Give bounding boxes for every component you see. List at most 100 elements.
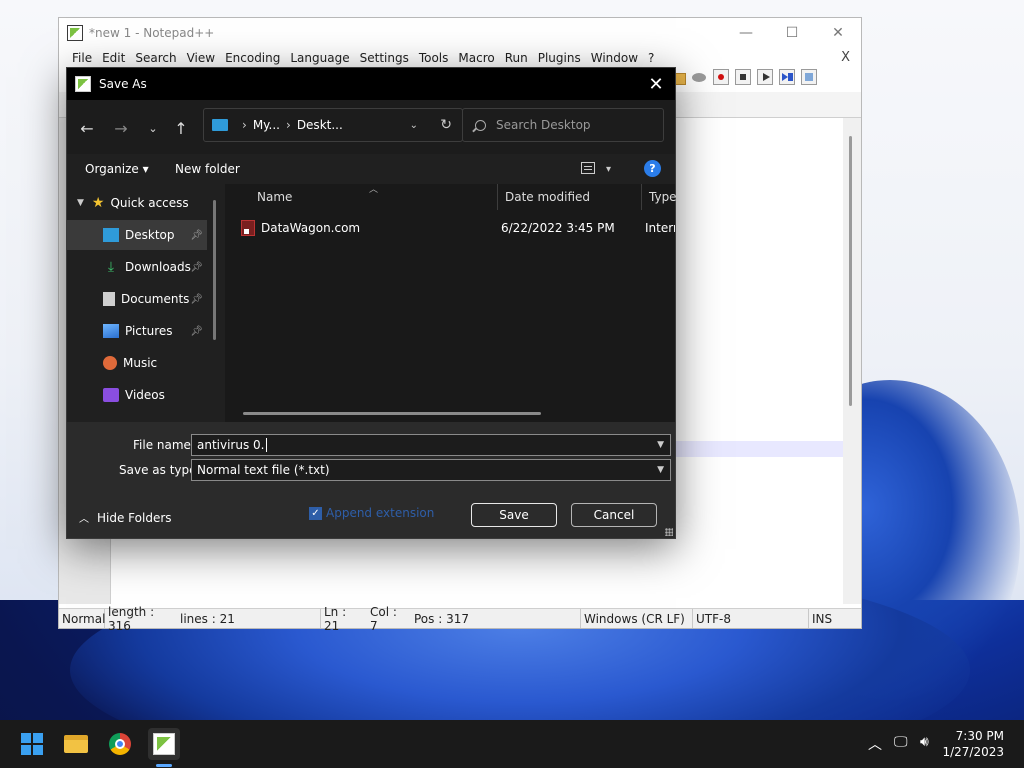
menu-help[interactable]: ? — [643, 51, 659, 65]
stop-macro-icon[interactable] — [735, 69, 751, 85]
text-cursor — [265, 438, 267, 452]
file-row[interactable]: DataWagon.com 6/22/2022 3:45 PM Intern — [241, 216, 675, 240]
forward-arrow-icon[interactable]: → — [109, 116, 133, 140]
record-macro-icon[interactable] — [713, 69, 729, 85]
menu-language[interactable]: Language — [285, 51, 354, 65]
scrollbar-thumb[interactable] — [849, 136, 852, 406]
pin-icon[interactable]: 📌︎ — [190, 326, 203, 337]
hide-folders-label: Hide Folders — [97, 510, 172, 525]
window-controls: — ☐ ✕ — [723, 18, 861, 48]
column-divider[interactable] — [641, 184, 642, 210]
pin-icon[interactable]: 📌︎ — [190, 262, 203, 273]
minimize-icon[interactable]: — — [723, 18, 769, 48]
address-dropdown-chevron-icon[interactable]: ⌄ — [410, 120, 418, 131]
maximize-icon[interactable]: ☐ — [769, 18, 815, 48]
file-name: DataWagon.com — [261, 221, 361, 235]
download-icon: ⤓ — [107, 259, 115, 275]
file-explorer-button[interactable] — [60, 728, 92, 760]
append-extension-checkbox[interactable]: ✓ Append extension — [309, 506, 434, 520]
start-button[interactable] — [16, 728, 48, 760]
save-as-type-dropdown-icon[interactable]: ▼ — [657, 465, 664, 475]
navigation-row: ← → ⌄ ↑ › My... › Deskt... ⌄ ↻ Search De… — [67, 100, 675, 154]
save-macro-icon[interactable] — [801, 69, 817, 85]
menu-settings[interactable]: Settings — [355, 51, 414, 65]
menu-macro[interactable]: Macro — [453, 51, 499, 65]
view-dropdown-chevron-icon[interactable]: ▾ — [606, 164, 611, 175]
nav-quick-access[interactable]: ▼ ★ Quick access — [67, 188, 207, 218]
documents-icon — [103, 292, 115, 306]
pin-icon[interactable]: 📌︎ — [190, 230, 203, 241]
expand-chevron-icon[interactable]: ▼ — [77, 198, 84, 208]
nav-pane-scrollbar[interactable] — [213, 200, 216, 340]
breadcrumb-my[interactable]: My... — [253, 118, 280, 132]
menu-plugins[interactable]: Plugins — [533, 51, 586, 65]
star-icon: ★ — [91, 195, 105, 211]
column-header-type[interactable]: Type — [649, 190, 677, 204]
column-header-name[interactable]: Name — [257, 190, 292, 204]
dialog-bottom-panel: File name: antivirus 0. ▼ Save as type: … — [67, 422, 675, 538]
nav-item-music[interactable]: Music — [67, 348, 207, 378]
macro-tape-icon[interactable] — [691, 69, 707, 85]
recent-locations-chevron-icon[interactable]: ⌄ — [141, 116, 165, 140]
menu-window[interactable]: Window — [586, 51, 643, 65]
cancel-button[interactable]: Cancel — [571, 503, 657, 527]
nav-item-downloads[interactable]: ⤓ Downloads 📌︎ — [67, 252, 207, 282]
file-name-value: antivirus 0. — [197, 438, 265, 452]
menu-encoding[interactable]: Encoding — [220, 51, 285, 65]
nav-item-label: Pictures — [125, 324, 173, 338]
organize-button[interactable]: Organize ▾ — [85, 162, 149, 176]
search-placeholder: Search Desktop — [496, 118, 591, 132]
close-document-button[interactable]: X — [836, 50, 855, 65]
notepad-statusbar: Normal length : 316 lines : 21 Ln : 21 C… — [59, 605, 861, 633]
run-macro-multiple-icon[interactable] — [779, 69, 795, 85]
menu-tools[interactable]: Tools — [414, 51, 454, 65]
up-arrow-icon[interactable]: ↑ — [169, 116, 193, 140]
nav-item-documents[interactable]: Documents 📌︎ — [67, 284, 207, 314]
save-as-type-select[interactable]: Normal text file (*.txt) ▼ — [191, 459, 671, 481]
hide-folders-button[interactable]: ︿ Hide Folders — [79, 510, 172, 526]
status-encoding: UTF-8 — [693, 609, 809, 628]
dialog-titlebar: Save As — [67, 68, 675, 100]
resize-grip-icon[interactable] — [665, 528, 673, 536]
address-bar[interactable]: › My... › Deskt... ⌄ ↻ — [203, 108, 463, 142]
chrome-button[interactable] — [104, 728, 136, 760]
network-icon[interactable]: 🖵︎ — [894, 734, 908, 750]
menu-edit[interactable]: Edit — [97, 51, 130, 65]
notepad-taskbar-button[interactable] — [148, 728, 180, 760]
new-folder-button[interactable]: New folder — [175, 162, 240, 176]
back-arrow-icon[interactable]: ← — [75, 116, 99, 140]
chrome-icon — [109, 733, 131, 755]
volume-icon[interactable]: 🔊︎ — [920, 734, 929, 750]
file-name-dropdown-icon[interactable]: ▼ — [657, 440, 664, 450]
status-eol: Windows (CR LF) — [581, 609, 693, 628]
breadcrumb-desktop[interactable]: Deskt... — [297, 118, 343, 132]
editor-vertical-scrollbar[interactable] — [843, 118, 861, 604]
view-options-icon[interactable] — [581, 162, 595, 174]
show-hidden-icons-chevron-icon[interactable]: ︿ — [868, 734, 882, 754]
pin-icon[interactable]: 📌︎ — [190, 294, 203, 305]
file-name-field[interactable]: antivirus 0. ▼ — [191, 434, 671, 456]
play-macro-icon[interactable] — [757, 69, 773, 85]
nav-item-desktop[interactable]: Desktop 📌︎ — [67, 220, 207, 250]
nav-item-label: Documents — [121, 292, 190, 306]
dialog-close-icon[interactable]: ✕ — [645, 73, 667, 95]
column-divider[interactable] — [497, 184, 498, 210]
refresh-icon[interactable]: ↻ — [440, 117, 452, 133]
menu-view[interactable]: View — [182, 51, 220, 65]
file-list-horizontal-scrollbar[interactable] — [243, 412, 541, 415]
save-button[interactable]: Save — [471, 503, 557, 527]
system-clock[interactable]: 7:30 PM 1/27/2023 — [942, 728, 1004, 760]
notepad-title: *new 1 - Notepad++ — [89, 26, 215, 40]
nav-item-videos[interactable]: Videos — [67, 380, 207, 410]
column-header-date[interactable]: Date modified — [505, 190, 590, 204]
menu-search[interactable]: Search — [130, 51, 181, 65]
help-icon[interactable]: ? — [644, 160, 661, 177]
videos-icon — [103, 388, 119, 402]
menu-file[interactable]: File — [67, 51, 97, 65]
search-box[interactable]: Search Desktop — [462, 108, 664, 142]
checkmark-icon: ✓ — [309, 506, 322, 520]
nav-item-label: Videos — [125, 388, 165, 402]
close-icon[interactable]: ✕ — [815, 18, 861, 48]
nav-item-pictures[interactable]: Pictures 📌︎ — [67, 316, 207, 346]
menu-run[interactable]: Run — [500, 51, 533, 65]
